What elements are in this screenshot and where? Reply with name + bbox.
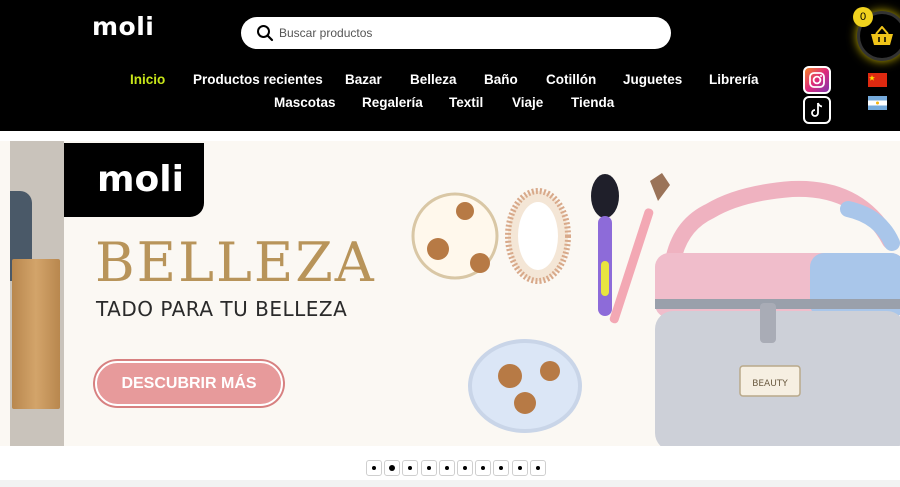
carousel-dot[interactable] [529, 460, 546, 476]
nav-link-regaleria[interactable]: Regalería [362, 95, 423, 110]
carousel-dot[interactable] [438, 460, 455, 476]
carousel-dot[interactable] [457, 460, 473, 476]
nav-link-libreria[interactable]: Librería [709, 72, 759, 87]
banner-subheadline: TADO PARA TU BELLEZA [96, 297, 348, 321]
banner-logo-text: moli [97, 159, 184, 200]
search-input[interactable] [279, 23, 649, 43]
nav-link-bano[interactable]: Baño [484, 72, 518, 87]
nav-link-viaje[interactable]: Viaje [512, 95, 543, 110]
nav-link-tienda[interactable]: Tienda [571, 95, 614, 110]
instagram-icon[interactable] [803, 66, 831, 94]
nav-link-bazar[interactable]: Bazar [345, 72, 382, 87]
nav-link-inicio[interactable]: Inicio [130, 72, 165, 87]
beauty-products-image: BEAUTY [411, 173, 900, 446]
search-icon[interactable] [256, 24, 274, 42]
nav-link-mascotas[interactable]: Mascotas [274, 95, 336, 110]
page-divider [0, 480, 900, 487]
carousel-dot[interactable] [402, 460, 419, 476]
carousel-dot[interactable] [384, 460, 401, 476]
search-bar[interactable] [241, 17, 671, 49]
nav-link-belleza[interactable]: Belleza [410, 72, 457, 87]
peek-wood-stand [12, 259, 60, 409]
nav-link-juguetes[interactable]: Juguetes [623, 72, 682, 87]
carousel-dot[interactable] [420, 460, 437, 476]
discover-more-button[interactable]: DESCUBRIR MÁS [95, 361, 283, 406]
tiktok-icon[interactable] [803, 96, 831, 124]
hero-banner[interactable]: moli BELLEZA TADO PARA TU BELLEZA DESCUB… [0, 141, 900, 446]
cart-count-badge: 0 [853, 7, 873, 27]
nav-link-cotillon[interactable]: Cotillón [546, 72, 596, 87]
nav-link-productos-recientes[interactable]: Productos recientes [193, 72, 323, 87]
carousel-dot[interactable] [366, 460, 382, 476]
nav-row-secondary: Mascotas Regalería Textil Viaje Tienda [0, 95, 900, 115]
beauty-bag-label: BEAUTY [752, 379, 788, 389]
basket-icon [871, 26, 893, 45]
banner-headline: BELLEZA [95, 231, 376, 294]
previous-slide-peek [10, 141, 64, 446]
site-header: moli Inicio Productos recientes Bazar Be… [0, 0, 900, 131]
nav-link-textil[interactable]: Textil [449, 95, 483, 110]
china-flag-icon[interactable] [868, 73, 887, 87]
argentina-flag-icon[interactable] [868, 96, 887, 110]
banner-logo: moli [64, 143, 204, 217]
carousel-dot[interactable] [493, 460, 510, 476]
carousel-dot[interactable] [511, 460, 528, 476]
nav-row-primary: Inicio Productos recientes Bazar Belleza… [0, 72, 900, 92]
site-logo[interactable]: moli [92, 12, 154, 41]
carousel-dot[interactable] [475, 460, 492, 476]
